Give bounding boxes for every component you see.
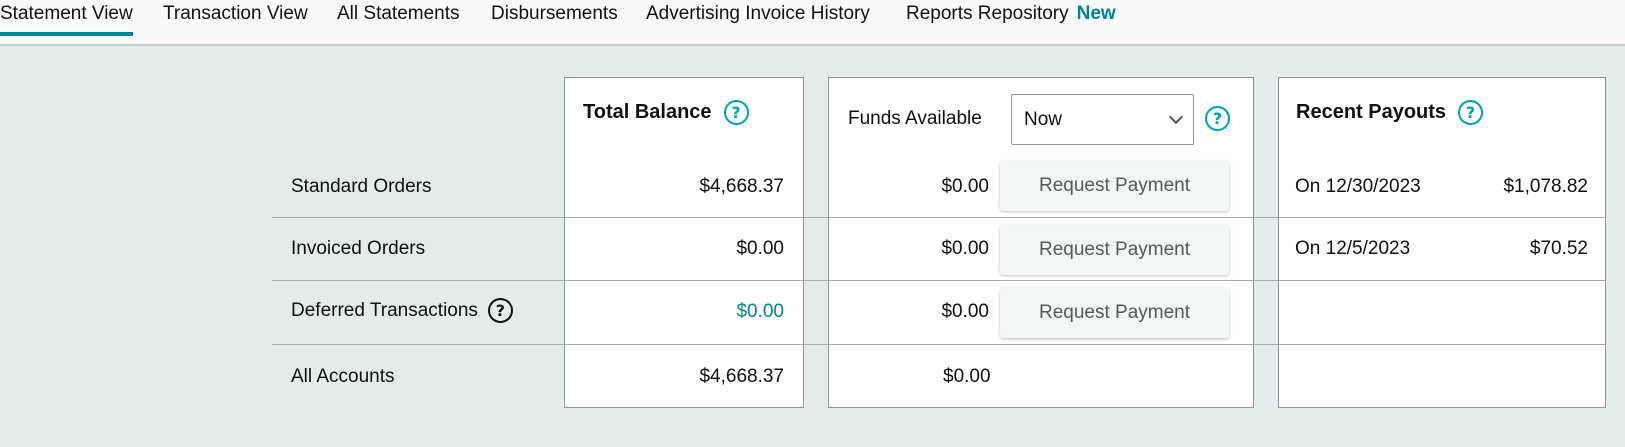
- row-label-text: Invoiced Orders: [291, 238, 426, 259]
- row-label-deferred-transactions: Deferred Transactions ?: [291, 298, 513, 323]
- row-divider: [565, 280, 803, 281]
- row-divider: [565, 217, 803, 218]
- tab-label: Advertising Invoice History: [646, 3, 870, 24]
- row-label-text: All Accounts: [291, 366, 395, 387]
- funds-available-invoiced: $0.00: [941, 238, 989, 259]
- tab-label: Transaction View: [163, 3, 308, 24]
- help-icon[interactable]: ?: [1458, 100, 1484, 125]
- payout-date: On 12/5/2023: [1295, 238, 1411, 259]
- tab-label: All Statements: [337, 3, 460, 24]
- tab-advertising-invoice-history[interactable]: Advertising Invoice History: [646, 3, 870, 33]
- row-label-text: Standard Orders: [291, 176, 432, 197]
- funds-available-all: $0.00: [943, 366, 991, 387]
- row-divider: [829, 280, 1253, 281]
- tab-reports-repository[interactable]: Reports Repository New: [906, 3, 1116, 33]
- select-value: Now: [1024, 108, 1063, 130]
- row-divider: [565, 344, 803, 345]
- tab-all-statements[interactable]: All Statements: [337, 3, 460, 33]
- chevron-down-icon: [1168, 109, 1184, 124]
- help-icon[interactable]: ?: [723, 100, 749, 125]
- button-label: Request Payment: [1038, 302, 1191, 323]
- recent-payouts-title: Recent Payouts: [1296, 101, 1447, 123]
- funds-available-label: Funds Available: [848, 108, 982, 129]
- funds-available-select[interactable]: Now: [1011, 94, 1194, 145]
- payout-amount: $1,078.82: [1503, 176, 1588, 197]
- row-divider: [829, 217, 1253, 218]
- total-balance-all: $4,668.37: [699, 366, 784, 387]
- payout-date: On 12/30/2023: [1295, 176, 1421, 197]
- total-balance-title: Total Balance: [583, 101, 712, 123]
- row-label-text: Deferred Transactions: [291, 299, 478, 321]
- help-icon[interactable]: ?: [487, 298, 513, 323]
- tab-statement-view[interactable]: Statement View: [0, 3, 133, 36]
- row-divider: [829, 344, 1253, 345]
- row-divider: [1279, 280, 1605, 281]
- total-balance-header: Total Balance ?: [583, 100, 749, 125]
- tab-label: Reports Repository: [906, 3, 1069, 24]
- total-balance-deferred-link[interactable]: $0.00: [736, 301, 784, 323]
- button-label: Request Payment: [1038, 175, 1191, 196]
- tab-disbursements[interactable]: Disbursements: [491, 3, 618, 33]
- tab-transaction-view[interactable]: Transaction View: [163, 3, 308, 33]
- help-icon[interactable]: ?: [1205, 106, 1230, 131]
- row-label-all-accounts: All Accounts: [291, 366, 395, 388]
- funds-available-deferred: $0.00: [941, 301, 989, 322]
- button-label: Request Payment: [1038, 239, 1191, 260]
- payout-amount: $70.52: [1529, 238, 1588, 259]
- recent-payouts-header: Recent Payouts ?: [1296, 100, 1484, 125]
- row-divider: [1279, 217, 1605, 218]
- row-label-standard-orders: Standard Orders: [291, 176, 431, 198]
- request-payment-button[interactable]: Request Payment: [1000, 288, 1229, 338]
- row-label-invoiced-orders: Invoiced Orders: [291, 238, 425, 260]
- tab-label: Statement View: [0, 3, 133, 24]
- new-badge: New: [1076, 3, 1116, 24]
- row-divider: [1279, 344, 1605, 345]
- request-payment-button[interactable]: Request Payment: [1000, 225, 1229, 275]
- tab-label: Disbursements: [491, 3, 618, 24]
- total-balance-invoiced: $0.00: [736, 238, 784, 259]
- total-balance-standard: $4,668.37: [699, 176, 784, 197]
- tab-bar: Statement View Transaction View All Stat…: [0, 0, 1625, 46]
- request-payment-button[interactable]: Request Payment: [1000, 161, 1229, 211]
- funds-available-standard: $0.00: [941, 176, 989, 197]
